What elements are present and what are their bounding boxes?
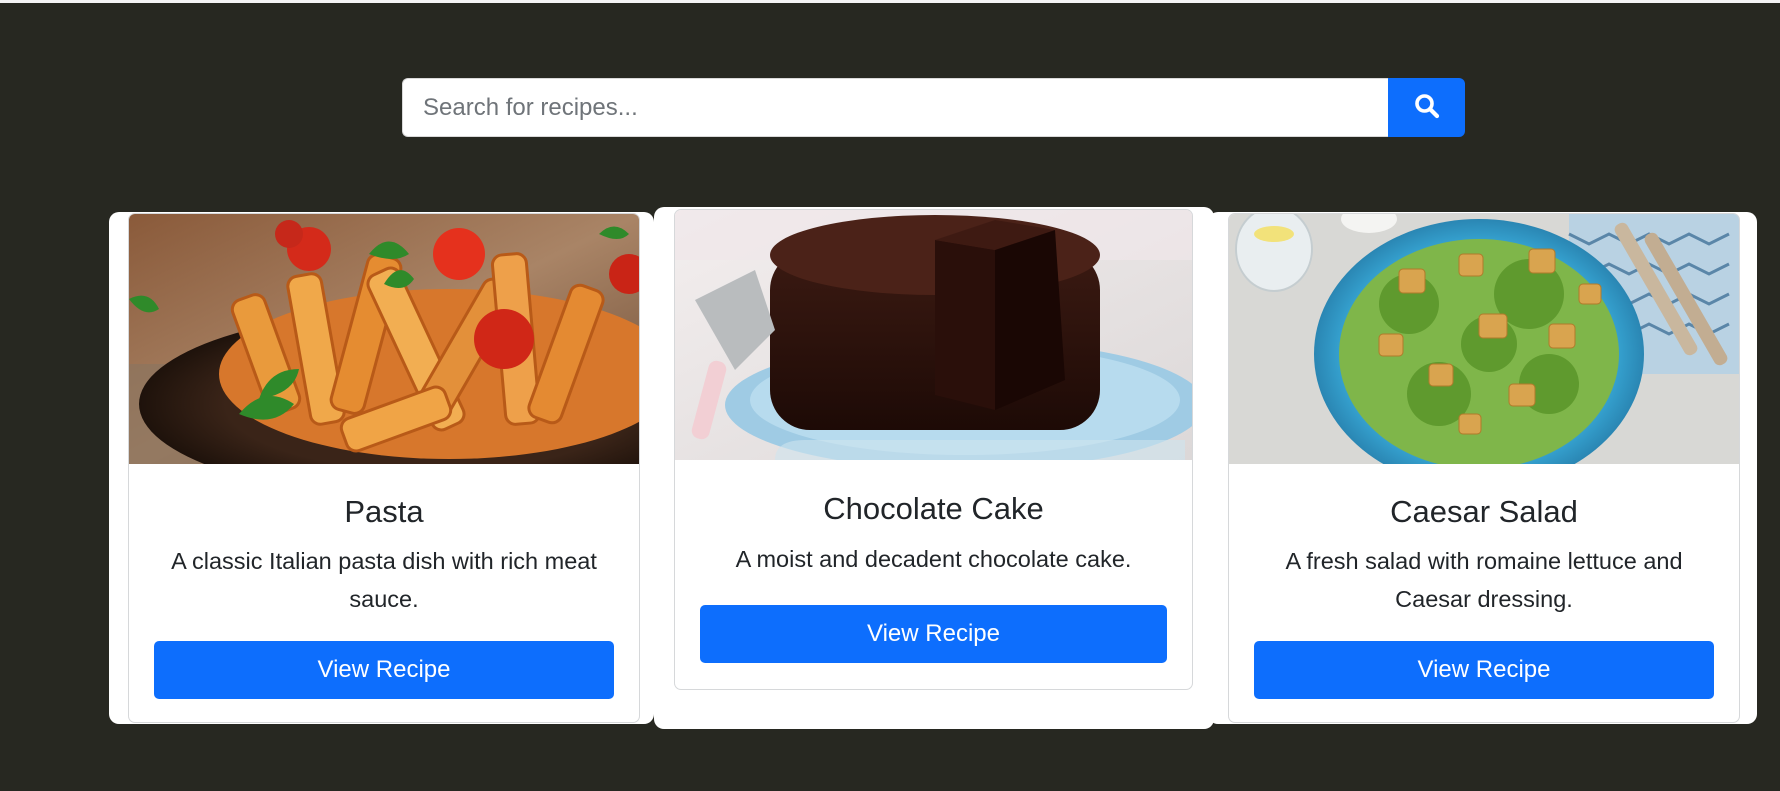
recipe-description: A classic Italian pasta dish with rich m… [171, 548, 597, 612]
view-recipe-button-caesar-salad[interactable]: View Recipe [1254, 641, 1714, 699]
view-recipe-button-pasta[interactable]: View Recipe [154, 641, 614, 699]
recipe-image-pasta [129, 214, 639, 464]
search-bar [402, 78, 1465, 137]
recipe-title: Pasta [344, 494, 424, 529]
recipe-image-caesar-salad [1229, 214, 1739, 464]
recipe-card-pasta: Pasta A classic Italian pasta dish with … [128, 213, 640, 723]
recipe-title: Chocolate Cake [823, 491, 1044, 526]
view-recipe-button-chocolate-cake[interactable]: View Recipe [700, 605, 1167, 663]
search-button[interactable] [1388, 78, 1465, 137]
recipe-title: Caesar Salad [1390, 494, 1578, 529]
recipe-image-chocolate-cake [675, 210, 1192, 460]
recipe-card-chocolate-cake: Chocolate Cake A moist and decadent choc… [674, 209, 1193, 690]
recipe-card-caesar-salad: Caesar Salad A fresh salad with romaine … [1228, 213, 1740, 723]
recipe-description: A moist and decadent chocolate cake. [735, 546, 1132, 572]
top-border [0, 0, 1780, 3]
search-input[interactable] [402, 78, 1388, 137]
recipe-description: A fresh salad with romaine lettuce and C… [1285, 548, 1683, 612]
search-icon [1414, 93, 1440, 122]
